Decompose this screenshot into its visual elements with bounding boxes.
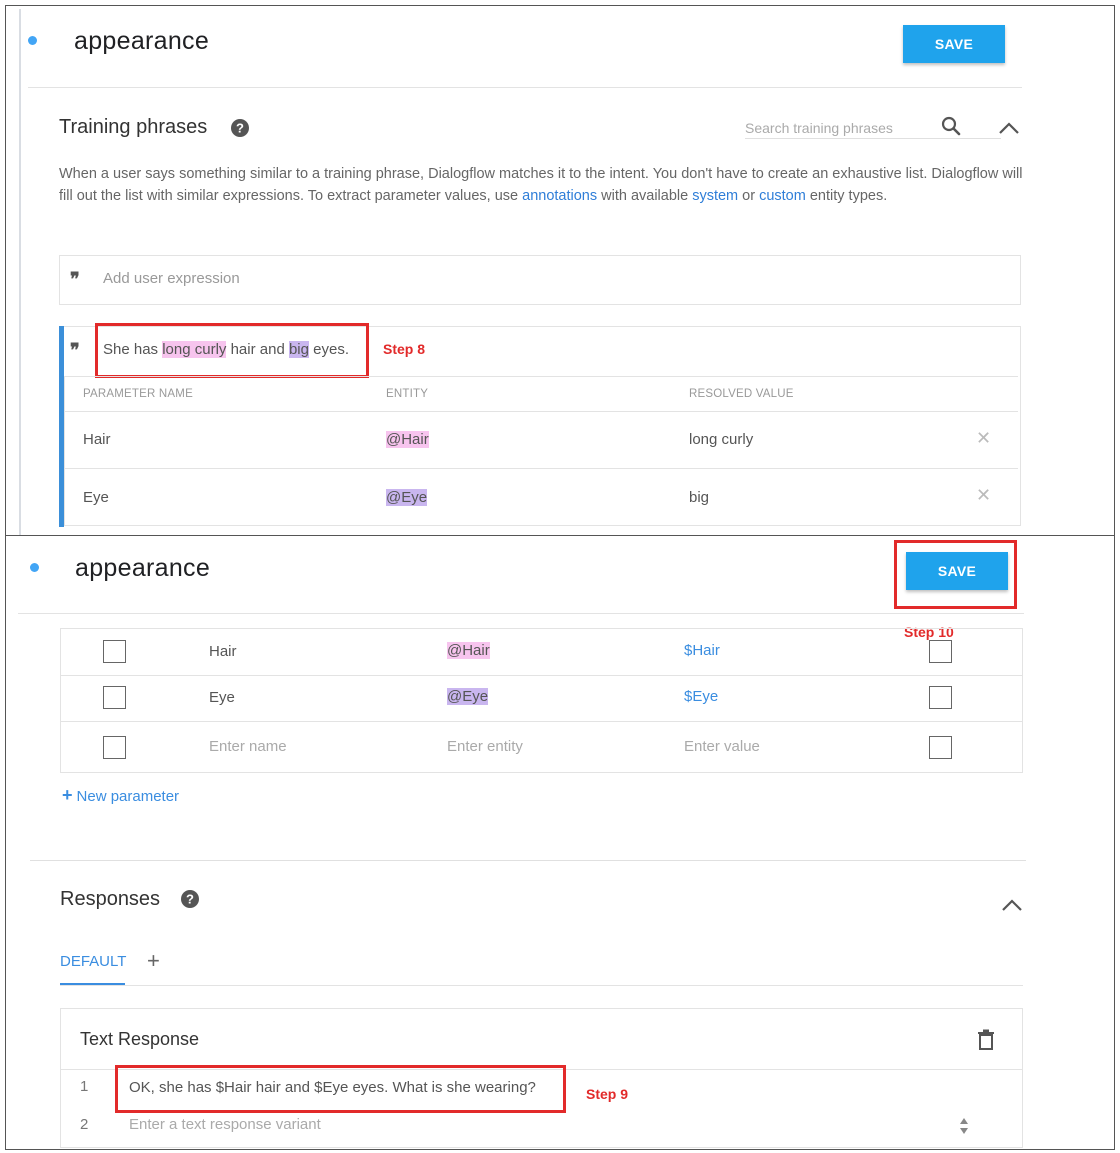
training-phrases-title: Training phrases: [59, 116, 208, 138]
intent-left-border: [19, 9, 21, 535]
system-link[interactable]: system: [692, 188, 738, 204]
search-icon[interactable]: [941, 116, 961, 136]
enter-entity-input[interactable]: Enter entity: [447, 738, 523, 755]
param-name-eye: Eye: [83, 489, 109, 506]
spinner-arrows-icon[interactable]: [959, 1116, 969, 1136]
panel-divider: [5, 535, 1115, 536]
entity-eye[interactable]: @Eye: [386, 489, 428, 506]
collapse-chevron-up-icon[interactable]: [998, 121, 1020, 135]
param-name-eye[interactable]: Eye: [209, 689, 235, 706]
save-button[interactable]: SAVE: [903, 25, 1005, 63]
text-response-variant-input[interactable]: Enter a text response variant: [129, 1116, 321, 1133]
entity-hair[interactable]: @Hair: [386, 431, 429, 448]
plus-icon: +: [62, 785, 73, 805]
description-text: or: [738, 187, 760, 204]
tabs-divider: [60, 985, 1023, 986]
intent-status-dot: [28, 36, 37, 45]
value-hair[interactable]: $Hair: [684, 642, 720, 659]
help-icon[interactable]: ?: [231, 119, 249, 137]
table-divider: [64, 468, 1018, 469]
add-tab-plus-icon[interactable]: +: [147, 948, 160, 974]
quote-icon: ❞: [70, 269, 80, 290]
text-response-title: Text Response: [80, 1029, 200, 1049]
table-divider: [64, 376, 1018, 377]
add-user-expression-placeholder[interactable]: Add user expression: [103, 270, 240, 287]
quote-icon: ❞: [70, 340, 80, 361]
new-parameter-label: New parameter: [76, 788, 180, 805]
required-checkbox[interactable]: [103, 640, 126, 663]
description-text: entity types.: [805, 187, 888, 204]
required-checkbox[interactable]: [103, 736, 126, 759]
header-divider: [18, 613, 1024, 614]
intent-status-dot: [30, 563, 39, 572]
section-divider: [30, 860, 1026, 861]
header-entity: ENTITY: [386, 388, 429, 400]
help-icon[interactable]: ?: [181, 890, 199, 908]
response-line-number: 2: [80, 1116, 89, 1133]
intent-name[interactable]: appearance: [74, 27, 209, 56]
action-parameters-table: [60, 628, 1023, 773]
enter-value-input[interactable]: Enter value: [684, 738, 760, 755]
header-parameter-name: PARAMETER NAME: [83, 388, 193, 400]
trash-icon[interactable]: [977, 1029, 995, 1050]
description-text: with available: [597, 187, 693, 204]
responses-title: Responses: [60, 888, 161, 910]
training-phrases-description: When a user says something similar to a …: [59, 164, 1024, 207]
is-list-checkbox[interactable]: [929, 686, 952, 709]
parameter-annotation-table: [64, 376, 1018, 526]
response-line-number: 1: [80, 1078, 89, 1095]
remove-eye-close-icon[interactable]: ✕: [976, 485, 991, 506]
value-eye[interactable]: $Eye: [684, 688, 718, 705]
step-8-label: Step 8: [383, 341, 426, 357]
search-training-phrases-input[interactable]: [745, 117, 1001, 139]
is-list-checkbox[interactable]: [929, 736, 952, 759]
header-resolved-value: RESOLVED VALUE: [689, 388, 794, 400]
annotations-link[interactable]: annotations: [522, 188, 597, 204]
svg-text:?: ?: [186, 892, 194, 907]
collapse-chevron-up-icon[interactable]: [1001, 898, 1023, 912]
header-divider: [28, 87, 1022, 88]
step-8-highlight-box: [95, 323, 369, 378]
param-name-hair: Hair: [83, 431, 111, 448]
new-parameter-link[interactable]: + New parameter: [62, 785, 179, 806]
enter-name-input[interactable]: Enter name: [209, 738, 287, 755]
step-9-label: Step 9: [586, 1086, 629, 1102]
step-9-highlight-box: [115, 1065, 566, 1113]
table-divider: [61, 675, 1023, 676]
param-name-hair[interactable]: Hair: [209, 643, 237, 660]
step-10-highlight-box: [894, 540, 1017, 609]
svg-text:?: ?: [236, 121, 244, 136]
custom-link[interactable]: custom: [759, 188, 806, 204]
remove-hair-close-icon[interactable]: ✕: [976, 428, 991, 449]
table-divider: [64, 411, 1018, 412]
tab-default[interactable]: DEFAULT: [60, 953, 126, 970]
entity-hair[interactable]: @Hair: [447, 642, 490, 659]
entity-eye[interactable]: @Eye: [447, 688, 489, 705]
required-checkbox[interactable]: [103, 686, 126, 709]
intent-name[interactable]: appearance: [75, 554, 210, 583]
table-divider: [61, 721, 1023, 722]
resolved-value-hair: long curly: [689, 431, 754, 448]
resolved-value-eye: big: [689, 489, 710, 506]
is-list-checkbox[interactable]: [929, 640, 952, 663]
